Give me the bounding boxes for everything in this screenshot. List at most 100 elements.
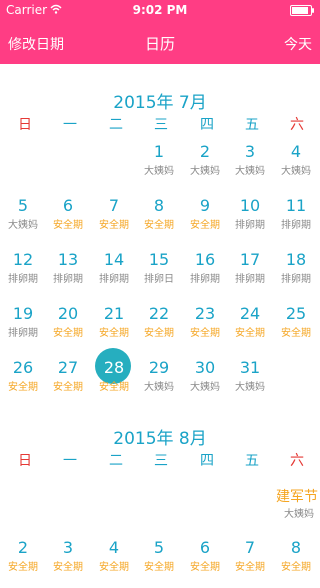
day-status-label: 安全期	[190, 328, 220, 339]
month-title-august: 2015年 8月	[113, 429, 207, 449]
day-status-label: 安全期	[235, 562, 265, 573]
day-number: 1	[153, 142, 165, 161]
day-cell[interactable]: 11 排卵期	[273, 196, 319, 246]
day-number: 23	[194, 304, 216, 323]
day-cell[interactable]: 22 安全期	[136, 304, 182, 354]
day-cell[interactable]: 4 大姨妈	[273, 142, 319, 192]
day-cell[interactable]: 13 排卵期	[45, 250, 91, 300]
day-cell[interactable]: 5 安全期	[136, 538, 182, 588]
day-cell[interactable]: 20 安全期	[45, 304, 91, 354]
day-cell[interactable]: 28 安全期	[91, 348, 137, 408]
holiday-label[interactable]: 建军节	[274, 486, 320, 506]
day-cell[interactable]: 2 大姨妈	[182, 142, 228, 192]
day-cell[interactable]: 27 安全期	[45, 358, 91, 408]
day-status-label: 安全期	[235, 328, 265, 339]
day-cell[interactable]: 31 大姨妈	[227, 358, 273, 408]
day-cell[interactable]: 14 排卵期	[91, 250, 137, 300]
day-number: 12	[12, 250, 34, 269]
holiday-day-label: 大姨妈	[284, 509, 314, 520]
day-cell[interactable]: 10 排卵期	[227, 196, 273, 246]
day-status-label: 排卵期	[190, 274, 220, 285]
day-cell[interactable]: 1 大姨妈	[136, 142, 182, 192]
day-status-label: 安全期	[8, 382, 38, 393]
day-status-label: 安全期	[144, 562, 174, 573]
day-status-label: 排卵日	[144, 274, 174, 285]
weekday-thu: 四	[200, 453, 214, 469]
day-number: 20	[57, 304, 79, 323]
day-status-label: 大姨妈	[144, 382, 174, 393]
day-number: 3	[62, 538, 74, 557]
day-cell[interactable]: 6 安全期	[45, 196, 91, 246]
weekday-wed: 三	[154, 117, 168, 133]
day-cell[interactable]: 25 安全期	[273, 304, 319, 354]
day-cell[interactable]: 23 安全期	[182, 304, 228, 354]
day-cell[interactable]: 30 大姨妈	[182, 358, 228, 408]
day-number: 21	[103, 304, 125, 323]
day-number: 16	[194, 250, 216, 269]
status-time: 9:02 PM	[132, 3, 188, 17]
today-button[interactable]: 今天	[284, 34, 312, 54]
day-cell[interactable]: 3 大姨妈	[227, 142, 273, 192]
weekday-sun: 日	[18, 453, 32, 469]
page-title: 日历	[144, 35, 175, 53]
day-status-label: 安全期	[281, 562, 311, 573]
day-cell[interactable]: 7 安全期	[91, 196, 137, 246]
day-status-label: 排卵期	[235, 220, 265, 231]
day-status-label: 安全期	[53, 562, 83, 573]
day-cell[interactable]: 2 安全期	[0, 538, 46, 588]
day-number: 5	[153, 538, 165, 557]
weekday-wed: 三	[154, 453, 168, 469]
day-status-label: 安全期	[190, 220, 220, 231]
weekday-fri: 五	[245, 117, 259, 133]
day-status-label: 大姨妈	[235, 382, 265, 393]
day-cell[interactable]: 4 安全期	[91, 538, 137, 588]
weekday-sat: 六	[290, 453, 304, 469]
weekday-mon: 一	[63, 453, 77, 469]
day-status-label: 排卵期	[281, 220, 311, 231]
day-cell[interactable]: 18 排卵期	[273, 250, 319, 300]
day-status-label: 安全期	[281, 328, 311, 339]
weekday-tue: 二	[109, 117, 123, 133]
day-number: 19	[12, 304, 34, 323]
day-cell[interactable]: 8 安全期	[136, 196, 182, 246]
day-number: 6	[199, 538, 211, 557]
day-status-label: 排卵期	[8, 274, 38, 285]
status-bar: Carrier 9:02 PM	[0, 0, 320, 20]
day-status-label: 大姨妈	[8, 220, 38, 231]
day-number: 14	[103, 250, 125, 269]
day-number: 7	[108, 196, 120, 215]
weekday-header-july: 日 一 二 三 四 五 六	[0, 114, 320, 134]
battery-icon	[290, 5, 314, 16]
day-status-label: 安全期	[190, 562, 220, 573]
day-number: 2	[199, 142, 211, 161]
weekday-tue: 二	[109, 453, 123, 469]
day-cell[interactable]: 7 安全期	[227, 538, 273, 588]
day-cell[interactable]: 3 安全期	[45, 538, 91, 588]
day-cell[interactable]: 15 排卵日	[136, 250, 182, 300]
day-cell[interactable]: 24 安全期	[227, 304, 273, 354]
day-cell[interactable]: 9 安全期	[182, 196, 228, 246]
day-status-label: 大姨妈	[190, 166, 220, 177]
day-number: 8	[290, 538, 302, 557]
day-cell[interactable]: 12 排卵期	[0, 250, 46, 300]
month-title-july: 2015年 7月	[113, 93, 207, 113]
day-status-label: 安全期	[53, 382, 83, 393]
day-status-label: 安全期	[99, 562, 129, 573]
day-status-label: 排卵期	[8, 328, 38, 339]
day-number: 26	[12, 358, 34, 377]
day-number: 2	[17, 538, 29, 557]
day-status-label: 安全期	[8, 562, 38, 573]
day-number: 17	[239, 250, 261, 269]
day-status-label: 安全期	[53, 220, 83, 231]
day-cell[interactable]: 19 排卵期	[0, 304, 46, 354]
day-cell[interactable]: 16 排卵期	[182, 250, 228, 300]
day-cell[interactable]: 6 安全期	[182, 538, 228, 588]
day-cell[interactable]: 5 大姨妈	[0, 196, 46, 246]
day-cell[interactable]: 21 安全期	[91, 304, 137, 354]
weekday-sat: 六	[290, 117, 304, 133]
day-cell[interactable]: 26 安全期	[0, 358, 46, 408]
day-cell[interactable]: 17 排卵期	[227, 250, 273, 300]
day-cell[interactable]: 29 大姨妈	[136, 358, 182, 408]
day-cell[interactable]: 8 安全期	[273, 538, 319, 588]
weekday-thu: 四	[200, 117, 214, 133]
